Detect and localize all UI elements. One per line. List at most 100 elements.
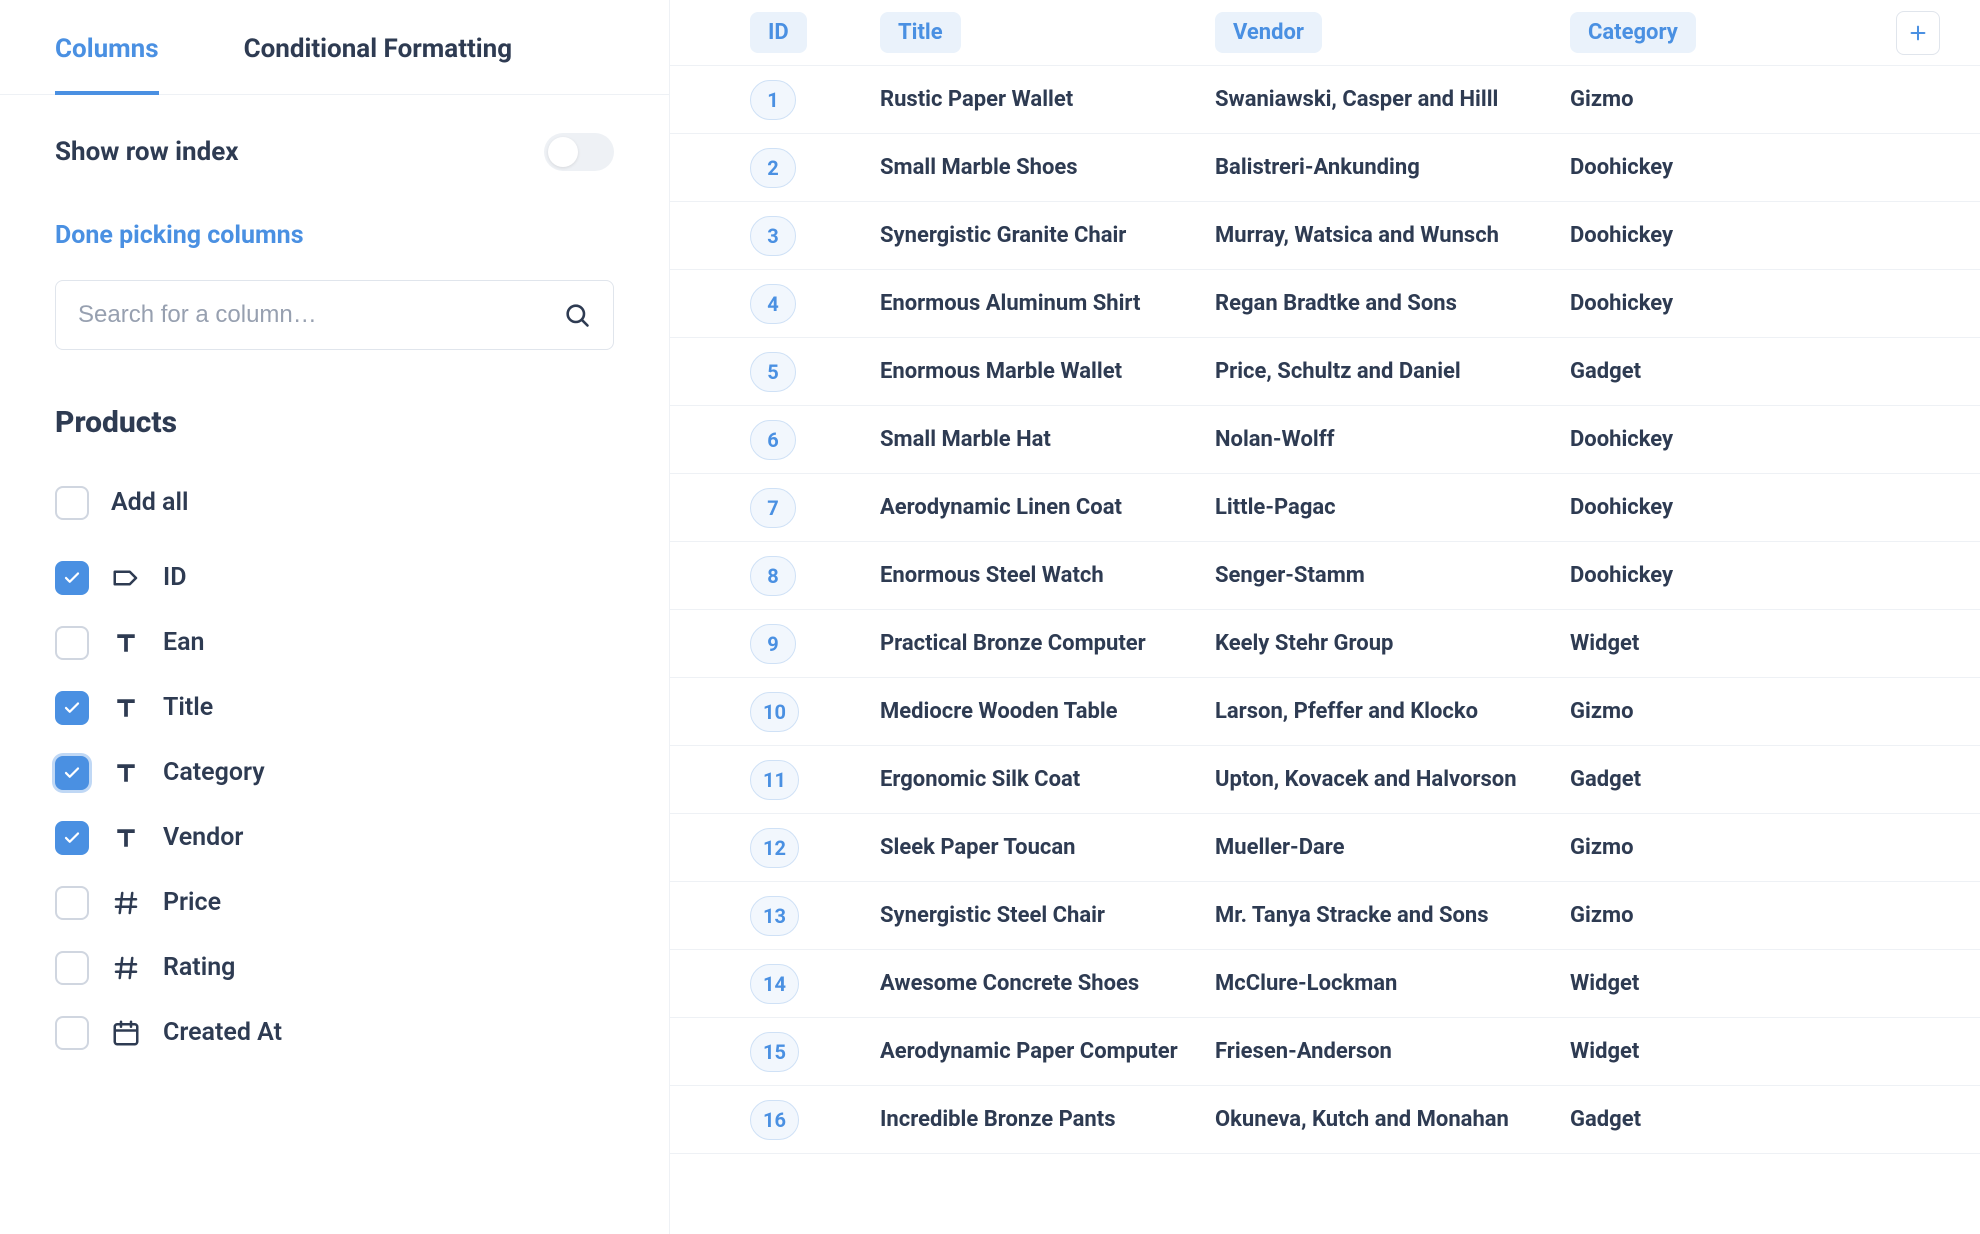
cell-category: Widget bbox=[1570, 1039, 1760, 1064]
column-item[interactable]: Created At bbox=[55, 1000, 614, 1065]
checkbox[interactable] bbox=[55, 821, 89, 855]
cell-title: Rustic Paper Wallet bbox=[880, 87, 1215, 112]
cell-title: Aerodynamic Paper Computer bbox=[880, 1039, 1215, 1064]
checkbox-add-all[interactable] bbox=[55, 486, 89, 520]
row-index-pill: 11 bbox=[750, 760, 799, 800]
cell-vendor: Murray, Watsica and Wunsch bbox=[1215, 223, 1570, 248]
column-label: Created At bbox=[163, 1018, 282, 1047]
table-row[interactable]: 16Incredible Bronze PantsOkuneva, Kutch … bbox=[670, 1086, 1980, 1154]
table-row[interactable]: 12Sleek Paper ToucanMueller-DareGizmo bbox=[670, 814, 1980, 882]
main-table-area: ID Title Vendor Category 1Rustic Paper W… bbox=[670, 0, 1980, 1234]
row-index-pill: 7 bbox=[750, 488, 796, 528]
cell-vendor: Larson, Pfeffer and Klocko bbox=[1215, 699, 1570, 724]
cell-title: Awesome Concrete Shoes bbox=[880, 971, 1215, 996]
column-item[interactable]: Ean bbox=[55, 610, 614, 675]
cell-vendor: Nolan-Wolff bbox=[1215, 427, 1570, 452]
cell-vendor: Friesen-Anderson bbox=[1215, 1039, 1570, 1064]
column-header-id[interactable]: ID bbox=[750, 12, 880, 53]
row-index-pill: 8 bbox=[750, 556, 796, 596]
checkbox[interactable] bbox=[55, 691, 89, 725]
done-picking-columns-link[interactable]: Done picking columns bbox=[55, 221, 614, 250]
row-index-pill: 9 bbox=[750, 624, 796, 664]
table-row[interactable]: 9 Practical Bronze ComputerKeely Stehr Gr… bbox=[670, 610, 1980, 678]
cell-id: 16 bbox=[750, 1100, 880, 1140]
cell-vendor: McClure-Lockman bbox=[1215, 971, 1570, 996]
checkbox[interactable] bbox=[55, 561, 89, 595]
cell-vendor: Mr. Tanya Stracke and Sons bbox=[1215, 903, 1570, 928]
cell-vendor: Balistreri-Ankunding bbox=[1215, 155, 1570, 180]
table-row[interactable]: 15Aerodynamic Paper ComputerFriesen-Ande… bbox=[670, 1018, 1980, 1086]
table-row[interactable]: 2Small Marble ShoesBalistreri-AnkundingD… bbox=[670, 134, 1980, 202]
table-row[interactable]: 14Awesome Concrete ShoesMcClure-LockmanW… bbox=[670, 950, 1980, 1018]
cell-category: Gizmo bbox=[1570, 87, 1760, 112]
cell-vendor: Swaniawski, Casper and Hilll bbox=[1215, 87, 1570, 112]
cell-category: Gadget bbox=[1570, 767, 1760, 792]
column-item[interactable]: ID bbox=[55, 545, 614, 610]
cell-category: Gizmo bbox=[1570, 835, 1760, 860]
cell-category: Gizmo bbox=[1570, 903, 1760, 928]
table-row[interactable]: 7Aerodynamic Linen CoatLittle-PagacDoohi… bbox=[670, 474, 1980, 542]
cell-id: 11 bbox=[750, 760, 880, 800]
cell-category: Widget bbox=[1570, 631, 1760, 656]
table-row[interactable]: 10 Mediocre Wooden TableLarson, Pfeffer a… bbox=[670, 678, 1980, 746]
column-header-category[interactable]: Category bbox=[1570, 12, 1760, 53]
checkbox[interactable] bbox=[55, 756, 89, 790]
cell-title: Practical Bronze Computer bbox=[880, 631, 1215, 656]
column-header-title[interactable]: Title bbox=[880, 12, 1215, 53]
column-label: Category bbox=[163, 758, 265, 787]
cell-category: Doohickey bbox=[1570, 427, 1760, 452]
column-header-vendor[interactable]: Vendor bbox=[1215, 12, 1570, 53]
tab-conditional-formatting[interactable]: Conditional Formatting bbox=[244, 0, 513, 94]
checkbox[interactable] bbox=[55, 951, 89, 985]
table-row[interactable]: 5Enormous Marble WalletPrice, Schultz an… bbox=[670, 338, 1980, 406]
add-column-button[interactable] bbox=[1896, 11, 1940, 55]
sidebar-tabs: Columns Conditional Formatting bbox=[0, 0, 669, 95]
cell-title: Aerodynamic Linen Coat bbox=[880, 495, 1215, 520]
checkbox[interactable] bbox=[55, 626, 89, 660]
table-header-row: ID Title Vendor Category bbox=[670, 0, 1980, 66]
show-row-index-row: Show row index bbox=[55, 133, 614, 171]
column-item[interactable]: Category bbox=[55, 740, 614, 805]
cell-id: 2 bbox=[750, 148, 880, 188]
column-item[interactable]: Vendor bbox=[55, 805, 614, 870]
row-index-pill: 3 bbox=[750, 216, 796, 256]
cell-vendor: Keely Stehr Group bbox=[1215, 631, 1570, 656]
text-type-icon bbox=[111, 823, 141, 853]
table-row[interactable]: 13Synergistic Steel ChairMr. Tanya Strac… bbox=[670, 882, 1980, 950]
cell-id: 7 bbox=[750, 488, 880, 528]
checkbox[interactable] bbox=[55, 886, 89, 920]
column-item[interactable]: Title bbox=[55, 675, 614, 740]
column-list: Add all ID Ean Title Category VendorPrice Rat… bbox=[55, 470, 614, 1065]
checkbox[interactable] bbox=[55, 1016, 89, 1050]
column-search-input[interactable] bbox=[78, 301, 563, 329]
row-index-pill: 13 bbox=[750, 896, 799, 936]
show-row-index-label: Show row index bbox=[55, 137, 239, 167]
table-row[interactable]: 8Enormous Steel WatchSenger-StammDoohick… bbox=[670, 542, 1980, 610]
table-row[interactable]: 6Small Marble HatNolan-WolffDoohickey bbox=[670, 406, 1980, 474]
table-body: 1Rustic Paper WalletSwaniawski, Casper a… bbox=[670, 66, 1980, 1154]
column-item[interactable]: Rating bbox=[55, 935, 614, 1000]
cell-vendor: Mueller-Dare bbox=[1215, 835, 1570, 860]
column-label: Title bbox=[163, 693, 213, 722]
column-search[interactable] bbox=[55, 280, 614, 350]
cell-title: Mediocre Wooden Table bbox=[880, 699, 1215, 724]
column-label: Rating bbox=[163, 953, 235, 982]
table-row[interactable]: 11Ergonomic Silk CoatUpton, Kovacek and … bbox=[670, 746, 1980, 814]
row-index-pill: 2 bbox=[750, 148, 796, 188]
table-row[interactable]: 3Synergistic Granite ChairMurray, Watsic… bbox=[670, 202, 1980, 270]
table-row[interactable]: 1Rustic Paper WalletSwaniawski, Casper a… bbox=[670, 66, 1980, 134]
cell-category: Doohickey bbox=[1570, 563, 1760, 588]
text-type-icon bbox=[111, 758, 141, 788]
column-item-add-all[interactable]: Add all bbox=[55, 470, 614, 535]
tab-columns[interactable]: Columns bbox=[55, 0, 159, 94]
cell-category: Doohickey bbox=[1570, 291, 1760, 316]
row-index-pill: 10 bbox=[750, 692, 799, 732]
show-row-index-toggle[interactable] bbox=[544, 133, 614, 171]
column-label: ID bbox=[163, 563, 186, 592]
cell-title: Ergonomic Silk Coat bbox=[880, 767, 1215, 792]
column-item[interactable]: Price bbox=[55, 870, 614, 935]
cell-category: Gizmo bbox=[1570, 699, 1760, 724]
data-table: ID Title Vendor Category 1Rustic Paper W… bbox=[670, 0, 1980, 1154]
table-row[interactable]: 4Enormous Aluminum ShirtRegan Bradtke an… bbox=[670, 270, 1980, 338]
plus-icon bbox=[1907, 22, 1929, 44]
